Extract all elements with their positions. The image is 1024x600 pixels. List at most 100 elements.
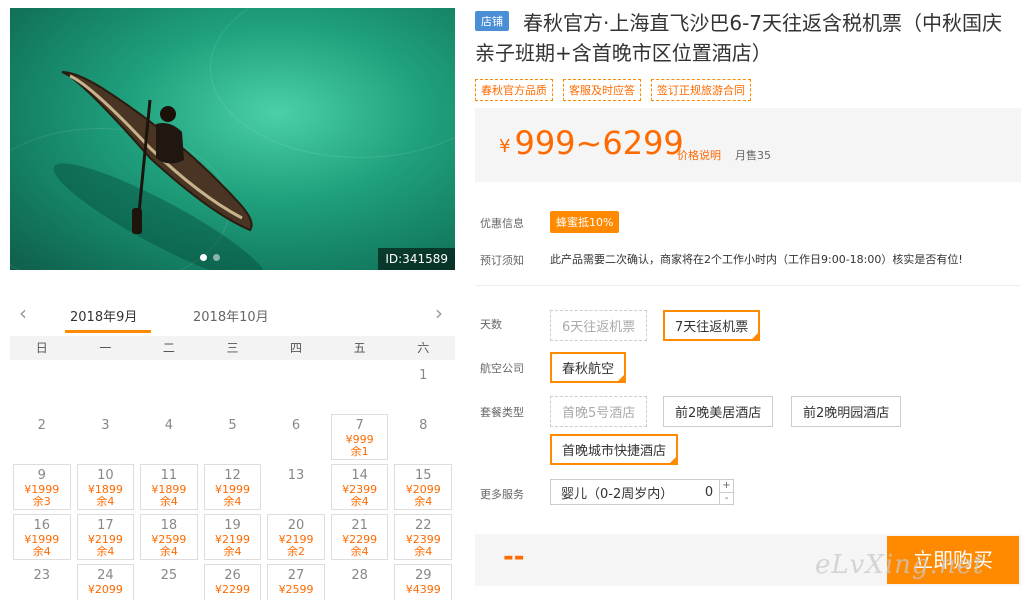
day-number: 6	[291, 418, 301, 433]
calendar-day-available[interactable]: 24 ¥2099	[76, 564, 135, 600]
calendar-day-available[interactable]: 18 ¥2599 余4	[140, 514, 198, 560]
discount-label: 优惠信息	[480, 217, 524, 230]
day-number: 17	[97, 518, 114, 533]
calendar-day-available[interactable]: 19 ¥2199 余4	[203, 514, 262, 560]
calendar-day-available[interactable]: 10 ¥1899 余4	[76, 464, 135, 510]
day-number: 21	[351, 518, 368, 533]
price-range: ¥999~6299	[499, 124, 684, 162]
days-label: 天数	[480, 318, 502, 331]
day-number: 23	[33, 568, 51, 583]
calendar-blank	[74, 362, 138, 412]
day-number: 18	[160, 518, 178, 533]
calendar-day: 8	[391, 412, 455, 462]
shop-tag[interactable]: 店铺	[475, 11, 509, 31]
calendar-day-available[interactable]: 27 ¥2599	[267, 564, 325, 600]
weekday-header: 三	[226, 341, 239, 355]
calendar-day: 2	[10, 412, 74, 462]
calendar-day: 5	[201, 412, 265, 462]
active-month-underline	[65, 330, 151, 333]
day-number: 4	[164, 418, 174, 433]
calendar-blank	[137, 362, 201, 412]
calendar-header: ‹ 2018年9月 2018年10月 ›	[10, 296, 455, 336]
currency-symbol: ¥	[499, 136, 511, 157]
product-photo[interactable]: ID:341589	[10, 8, 455, 270]
calendar-day: 28	[328, 562, 392, 600]
day-remaining: 余4	[350, 495, 369, 508]
badge-official-quality: 春秋官方品质	[475, 79, 553, 101]
service-badges: 春秋官方品质 客服及时应答 签订正规旅游合同	[475, 79, 751, 101]
day-number: 28	[351, 568, 368, 583]
calendar-day-available[interactable]: 16 ¥1999 余4	[13, 514, 71, 560]
day-number: 3	[101, 418, 110, 433]
weekday-header: 五	[353, 341, 366, 355]
day-number: 25	[160, 568, 178, 583]
day-number: 29	[414, 568, 432, 583]
day-number: 15	[414, 468, 432, 483]
day-number: 8	[419, 418, 428, 433]
day-number: 12	[224, 468, 241, 483]
option-7-days[interactable]: 7天往返机票	[663, 310, 761, 341]
calendar-day: 3	[74, 412, 138, 462]
weekday-header: 四	[290, 341, 303, 355]
airline-label: 航空公司	[480, 362, 524, 375]
calendar-day-available[interactable]: 20 ¥2199 余2	[267, 514, 325, 560]
badge-quick-response: 客服及时应答	[563, 79, 641, 101]
calendar-day-available[interactable]: 29 ¥4399	[394, 564, 452, 600]
calendar-day-available[interactable]: 17 ¥2199 余4	[76, 514, 135, 560]
calendar-day: 23	[10, 562, 74, 600]
increment-button[interactable]: +	[720, 480, 733, 493]
chevron-right-icon[interactable]: ›	[428, 302, 450, 324]
price-range-value: 999~6299	[514, 124, 684, 162]
day-remaining: 余4	[350, 545, 369, 558]
day-price: ¥4399	[405, 583, 441, 596]
package-label: 套餐类型	[480, 406, 524, 419]
option-package-express-hotel[interactable]: 首晚城市快捷酒店	[550, 434, 679, 465]
badge-formal-contract: 签订正规旅游合同	[651, 79, 751, 101]
calendar-day-available[interactable]: 21 ¥2299 余4	[330, 514, 389, 560]
day-remaining: 余4	[96, 495, 115, 508]
monthly-sales: 月售35	[735, 149, 771, 162]
day-number: 2	[37, 418, 46, 433]
weekday-header: 二	[162, 341, 175, 355]
calendar-day-available[interactable]: 14 ¥2399 余4	[330, 464, 389, 510]
notice-label: 预订须知	[480, 254, 524, 267]
tab-month-october[interactable]: 2018年10月	[193, 306, 269, 325]
calendar-day-available[interactable]: 22 ¥2399 余4	[394, 514, 452, 560]
chevron-left-icon[interactable]: ‹	[12, 302, 34, 324]
calendar-day: 1	[391, 362, 455, 412]
calendar-day-available[interactable]: 15 ¥2099 余4	[394, 464, 452, 510]
option-package-mercure[interactable]: 前2晚美居酒店	[663, 396, 774, 427]
carousel-dot[interactable]	[213, 254, 220, 261]
day-number: 27	[287, 568, 305, 583]
option-package-mingyuan[interactable]: 前2晚明园酒店	[791, 396, 902, 427]
infant-quantity[interactable]: 0	[699, 485, 719, 500]
day-number: 13	[287, 468, 305, 483]
day-remaining: 余2	[287, 545, 306, 558]
carousel-dot[interactable]	[200, 254, 207, 261]
calendar-grid: 1 2 3 4 5 6 7 ¥999 余1 8 9 ¥1999 余3 10 ¥1899 余4 11 ¥1899 余4…	[10, 362, 455, 600]
calendar-day: 13	[264, 462, 328, 512]
day-remaining: 余4	[96, 545, 115, 558]
calendar-day-available[interactable]: 9 ¥1999 余3	[13, 464, 71, 510]
carousel-dots	[200, 254, 220, 261]
option-6-days[interactable]: 6天往返机票	[550, 310, 648, 341]
calendar-day-available[interactable]: 26 ¥2299	[203, 564, 262, 600]
day-price: ¥2099	[87, 583, 123, 596]
day-number: 19	[224, 518, 241, 533]
option-package-hotel-5[interactable]: 首晚5号酒店	[550, 396, 648, 427]
calendar-day-available[interactable]: 11 ¥1899 余4	[140, 464, 198, 510]
calendar-day-available[interactable]: 12 ¥1999 余4	[203, 464, 262, 510]
price-explanation-link[interactable]: 价格说明	[677, 147, 721, 163]
stepper-buttons: + -	[719, 480, 733, 504]
decrement-button[interactable]: -	[720, 493, 733, 505]
product-title: 春秋官方·上海直飞沙巴6-7天往返含税机票（中秋国庆亲子班期+含首晚市区位置酒店…	[475, 11, 1003, 65]
tab-month-september[interactable]: 2018年9月	[70, 306, 137, 325]
day-price: ¥2299	[214, 583, 250, 596]
option-spring-airlines[interactable]: 春秋航空	[550, 352, 627, 383]
calendar-day: 4	[137, 412, 201, 462]
calendar-day-available[interactable]: 7 ¥999 余1	[330, 414, 389, 460]
discount-tag: 蜂蜜抵10%	[550, 211, 620, 233]
day-remaining: 余4	[223, 545, 242, 558]
day-number: 1	[419, 368, 428, 383]
photo-id-label: ID:341589	[378, 248, 455, 270]
